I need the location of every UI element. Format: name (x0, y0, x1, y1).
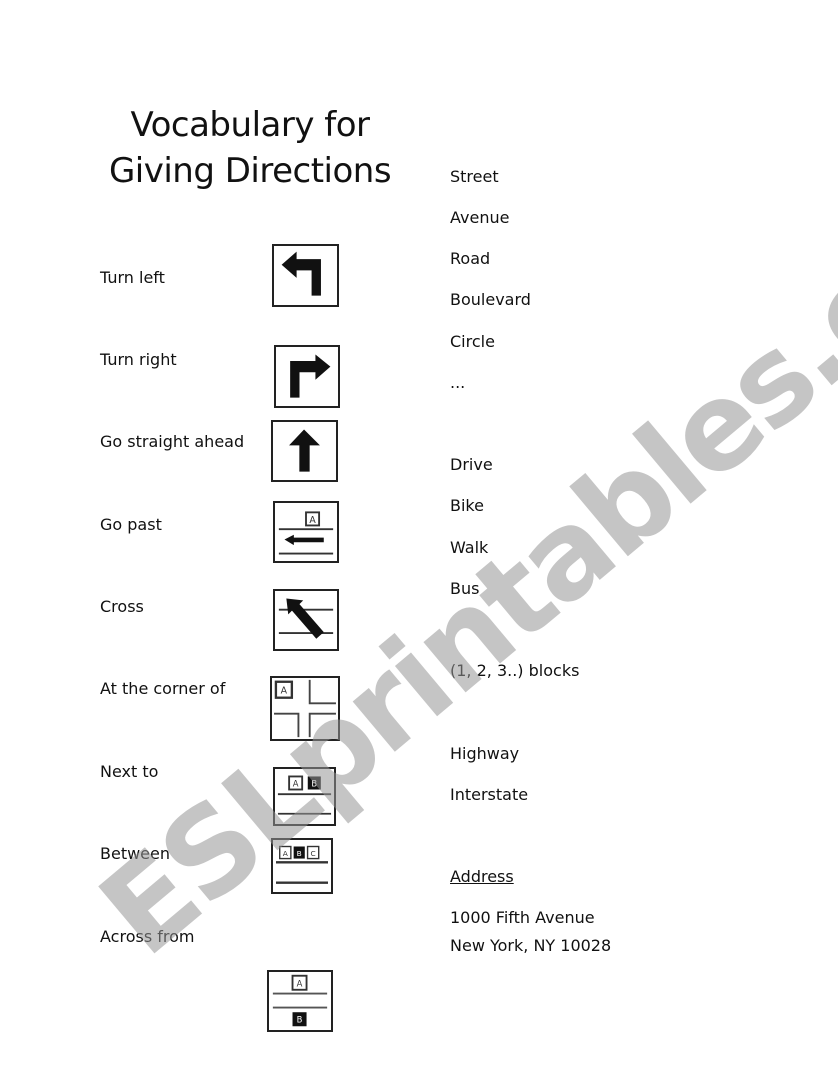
icon-letter-a: A (293, 779, 299, 789)
term-between: Between (100, 844, 171, 863)
term-go-straight-ahead: Go straight ahead (100, 432, 245, 451)
icon-letter-a: A (309, 515, 316, 526)
next-to-icon: A B (273, 767, 336, 826)
word-road: Road (450, 249, 491, 268)
turn-right-arrow-icon (274, 345, 340, 408)
icon-letter-b: B (297, 849, 302, 858)
address-line-2: New York, NY 10028 (450, 936, 612, 955)
word-drive: Drive (450, 455, 493, 474)
word-ellipsis: ... (450, 373, 466, 392)
cross-street-icon (273, 589, 339, 651)
term-turn-left: Turn left (100, 268, 165, 287)
term-go-past: Go past (100, 515, 162, 534)
icon-letter-b: B (297, 1015, 303, 1025)
address-line-1: 1000 Fifth Avenue (450, 908, 595, 927)
go-past-icon: A (273, 501, 339, 563)
term-across-from: Across from (100, 927, 195, 946)
icon-letter-a: A (297, 979, 303, 989)
straight-arrow-icon (271, 420, 338, 482)
icon-letter-b: B (311, 779, 317, 789)
word-boulevard: Boulevard (450, 290, 531, 309)
icon-letter-a: A (283, 849, 288, 858)
title-line-2: Giving Directions (108, 151, 392, 191)
word-interstate: Interstate (450, 785, 529, 804)
icon-letter-c: C (311, 849, 316, 858)
page-title: Vocabulary for Giving Directions (100, 102, 400, 194)
corner-intersection-icon: A (270, 676, 340, 741)
address-heading: Address (450, 867, 514, 886)
title-line-1: Vocabulary for (130, 105, 370, 145)
word-walk: Walk (450, 538, 489, 557)
worksheet-page: Vocabulary for Giving Directions Turn le… (0, 0, 838, 1086)
icon-letter-a: A (281, 685, 288, 696)
turn-left-arrow-icon (272, 244, 339, 307)
between-icon: A B C (271, 838, 333, 894)
word-blocks: (1, 2, 3..) blocks (450, 661, 580, 680)
word-avenue: Avenue (450, 208, 510, 227)
term-turn-right: Turn right (100, 350, 177, 369)
term-next-to: Next to (100, 762, 159, 781)
word-bus: Bus (450, 579, 480, 598)
word-circle: Circle (450, 332, 495, 351)
word-highway: Highway (450, 744, 520, 763)
word-bike: Bike (450, 496, 484, 515)
across-from-icon: A B (267, 970, 333, 1032)
term-cross: Cross (100, 597, 144, 616)
word-street: Street (450, 167, 499, 186)
term-at-the-corner-of: At the corner of (100, 679, 226, 698)
